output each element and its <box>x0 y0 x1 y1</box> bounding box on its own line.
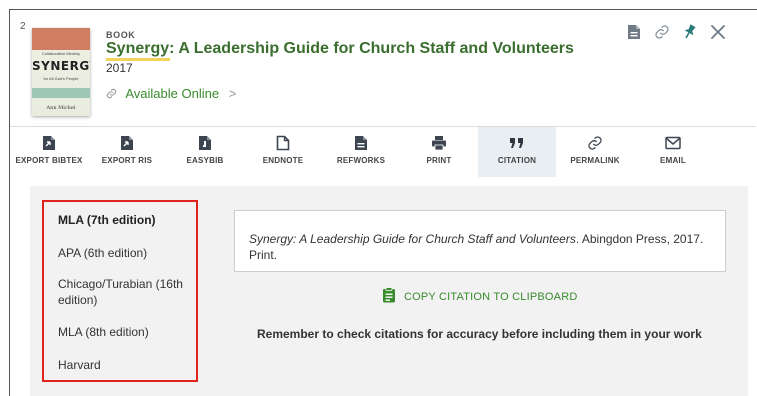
style-option-mla-7[interactable]: MLA (7th edition) <box>58 212 156 228</box>
style-option-chicago-16[interactable]: Chicago/Turabian (16th edition) <box>58 276 198 308</box>
refworks-icon <box>351 134 371 152</box>
email-button[interactable]: EMAIL <box>634 127 712 177</box>
publication-year: 2017 <box>106 61 133 75</box>
copy-citation-button[interactable]: COPY CITATION TO CLIPBOARD <box>382 286 578 308</box>
close-icon[interactable] <box>704 20 732 44</box>
cover-subtitle: Collaborative Ministry <box>41 51 81 56</box>
copy-citation-label: COPY CITATION TO CLIPBOARD <box>404 291 578 303</box>
endnote-button[interactable]: ENDNOTE <box>244 127 322 177</box>
envelope-icon <box>663 134 683 152</box>
quote-icon <box>507 134 527 152</box>
export-file-icon <box>39 134 59 152</box>
cover-band-lower <box>32 88 90 98</box>
permalink-button[interactable]: PERMALINK <box>556 127 634 177</box>
cover-title: SYNERGY <box>32 59 90 73</box>
link-icon <box>106 87 120 101</box>
record-actions <box>620 20 732 44</box>
export-bibtex-button[interactable]: EXPORT BIBTEX <box>10 127 88 177</box>
easybib-button[interactable]: EASYBIB <box>166 127 244 177</box>
endnote-label: ENDNOTE <box>262 156 304 165</box>
result-number: 2 <box>20 21 26 32</box>
cover-band <box>32 28 90 50</box>
permalink-label: PERMALINK <box>570 156 620 165</box>
link-icon <box>585 134 605 152</box>
style-option-harvard[interactable]: Harvard <box>58 357 101 373</box>
accuracy-reminder: Remember to check citations for accuracy… <box>257 327 702 341</box>
export-ris-label: EXPORT RIS <box>101 156 153 165</box>
pin-icon[interactable] <box>676 20 704 44</box>
easybib-icon <box>195 134 215 152</box>
availability-label: Available Online <box>125 86 220 101</box>
citation-title: Synergy: A Leadership Guide for Church S… <box>249 232 576 246</box>
resource-type-label: BOOK <box>106 30 136 40</box>
clipboard-icon <box>382 286 396 308</box>
print-label: PRINT <box>426 156 452 165</box>
style-option-mla-8[interactable]: MLA (8th edition) <box>58 324 149 340</box>
printer-icon <box>429 134 449 152</box>
easybib-label: EASYBIB <box>186 156 224 165</box>
export-ris-button[interactable]: EXPORT RIS <box>88 127 166 177</box>
export-bibtex-label: EXPORT BIBTEX <box>15 156 83 165</box>
style-option-apa-6[interactable]: APA (6th edition) <box>58 245 147 261</box>
refworks-label: REFWORKS <box>336 156 386 165</box>
actions-toolbar: EXPORT BIBTEX EXPORT RIS EASYBIB ENDNOTE… <box>10 126 756 177</box>
cover-tagline: for All God's People <box>43 76 79 81</box>
chevron-right-icon: > <box>228 86 237 101</box>
email-label: EMAIL <box>660 156 686 165</box>
citation-label: CITATION <box>497 156 537 165</box>
print-button[interactable]: PRINT <box>400 127 478 177</box>
record-title-link[interactable]: Synergy: A Leadership Guide for Church S… <box>106 40 574 58</box>
refworks-button[interactable]: REFWORKS <box>322 127 400 177</box>
document-icon[interactable] <box>620 20 648 44</box>
availability-link[interactable]: Available Online > <box>106 86 236 101</box>
book-cover-image[interactable]: Collaborative Ministry SYNERGY for All G… <box>32 28 90 116</box>
endnote-icon <box>273 134 293 152</box>
export-file-icon <box>117 134 137 152</box>
citation-text-box[interactable]: Synergy: A Leadership Guide for Church S… <box>234 210 726 272</box>
cover-author: Ann Michel <box>46 105 76 111</box>
citation-button[interactable]: CITATION <box>478 127 556 177</box>
link-icon[interactable] <box>648 20 676 44</box>
